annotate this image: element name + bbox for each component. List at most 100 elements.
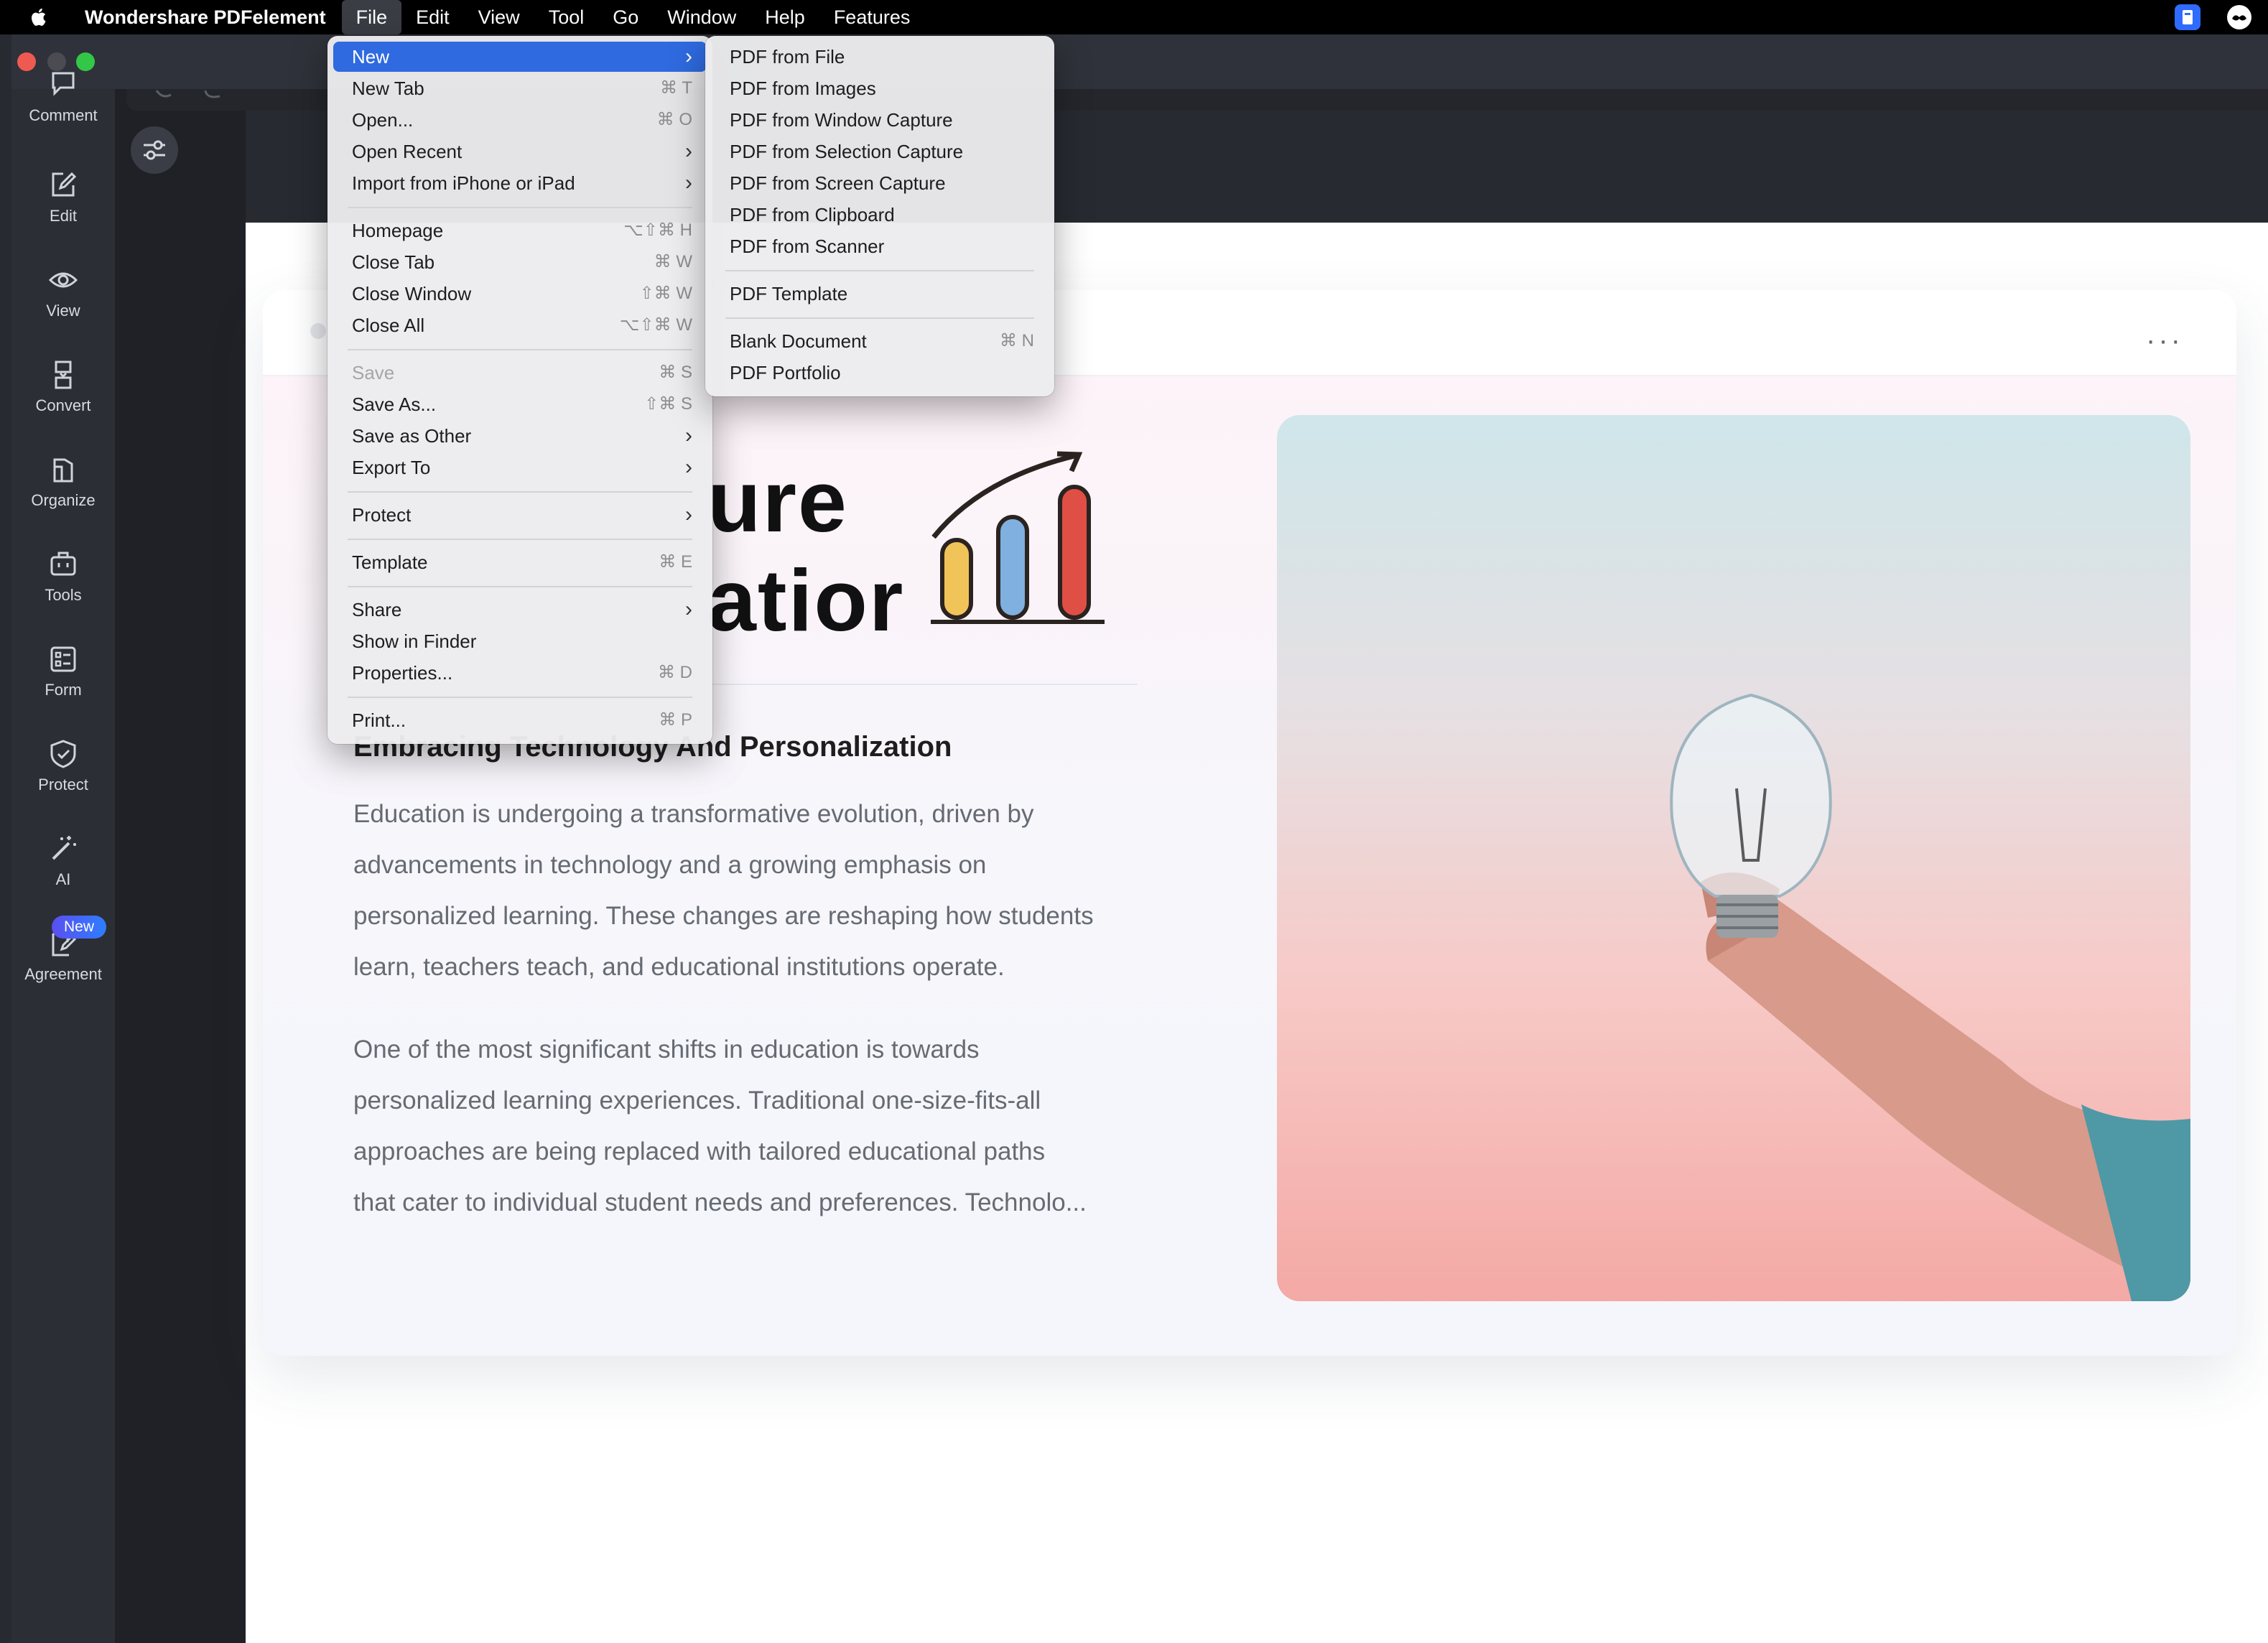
rail-edit[interactable]: Edit xyxy=(11,169,115,225)
rail-convert[interactable]: Convert xyxy=(11,359,115,415)
menu-item-label: Import from iPhone or iPad xyxy=(352,172,575,194)
chevron-right-icon: › xyxy=(685,503,692,526)
menu-item-pdf-from-screen-capture[interactable]: PDF from Screen Capture xyxy=(711,168,1049,198)
menu-item-properties[interactable]: Properties... ⌘ D xyxy=(333,658,707,688)
paragraph-1-line: Education is undergoing a transformative… xyxy=(353,800,1034,828)
growth-chart-illustration xyxy=(931,451,1105,624)
shield-icon xyxy=(50,740,76,768)
menu-item-blank-document[interactable]: Blank Document ⌘ N xyxy=(711,326,1049,356)
display-settings-button[interactable] xyxy=(131,126,178,174)
rail-comment[interactable]: Comment xyxy=(11,72,115,125)
new-badge: New xyxy=(52,916,106,939)
menu-item-label: Properties... xyxy=(352,662,453,684)
rail-form[interactable]: Form xyxy=(11,643,115,699)
menu-item-shortcut: ⌘ W xyxy=(654,252,692,271)
rail-ai[interactable]: AI xyxy=(11,833,115,889)
menu-item-label: Close All xyxy=(352,315,425,336)
menu-item-pdf-template[interactable]: PDF Template xyxy=(711,279,1049,309)
menu-item-save-as-other[interactable]: Save as Other › xyxy=(333,421,707,451)
rail-protect[interactable]: Protect xyxy=(11,738,115,794)
menu-item-share[interactable]: Share › xyxy=(333,595,707,625)
menu-item-export-to[interactable]: Export To › xyxy=(333,452,707,483)
rail-label-organize: Organize xyxy=(31,491,96,509)
menu-item-pdf-from-scanner[interactable]: PDF from Scanner xyxy=(711,231,1049,261)
chevron-right-icon: › xyxy=(685,45,692,68)
menu-file[interactable]: File xyxy=(341,0,402,34)
rail-label-view: View xyxy=(46,302,80,320)
paragraph-1-line: learn, teachers teach, and educational i… xyxy=(353,953,1005,981)
menu-item-open-recent[interactable]: Open Recent › xyxy=(333,136,707,167)
headline-line-2: atior xyxy=(707,551,905,649)
menu-item-save-as[interactable]: Save As... ⇧⌘ S xyxy=(333,389,707,419)
menu-item-template[interactable]: Template ⌘ E xyxy=(333,547,707,577)
menu-item-pdf-from-window-capture[interactable]: PDF from Window Capture xyxy=(711,105,1049,135)
menu-item-label: PDF Template xyxy=(730,283,848,304)
menu-item-shortcut: ⌥⇧⌘ H xyxy=(623,220,692,240)
menu-item-label: PDF from Selection Capture xyxy=(730,141,964,162)
menu-item-import-iphone[interactable]: Import from iPhone or iPad › xyxy=(333,168,707,198)
menu-item-pdf-from-images[interactable]: PDF from Images xyxy=(711,73,1049,103)
menu-separator xyxy=(348,491,692,493)
app-name-menu[interactable]: Wondershare PDFelement xyxy=(76,0,342,34)
menu-item-pdf-from-file[interactable]: PDF from File xyxy=(711,42,1049,72)
menu-item-label: Homepage xyxy=(352,220,444,241)
menu-item-close-tab[interactable]: Close Tab ⌘ W xyxy=(333,247,707,277)
menu-separator xyxy=(348,207,692,208)
menu-item-label: Show in Finder xyxy=(352,630,477,652)
rail-label-tools: Tools xyxy=(45,586,82,604)
cloud-sync-icon[interactable] xyxy=(2225,3,2254,32)
rail-organize[interactable]: Organize xyxy=(11,454,115,510)
menu-item-new-tab[interactable]: New Tab ⌘ T xyxy=(333,73,707,103)
menu-item-homepage[interactable]: Homepage ⌥⇧⌘ H xyxy=(333,215,707,246)
menu-item-label: New Tab xyxy=(352,78,424,99)
menu-item-pdf-from-selection-capture[interactable]: PDF from Selection Capture xyxy=(711,136,1049,167)
menu-window[interactable]: Window xyxy=(653,0,750,34)
menu-item-label: PDF from Screen Capture xyxy=(730,172,946,194)
rail-label-convert: Convert xyxy=(35,396,91,414)
rail-label-form: Form xyxy=(45,681,82,699)
menu-item-pdf-from-clipboard[interactable]: PDF from Clipboard xyxy=(711,200,1049,230)
convert-icon xyxy=(55,360,72,389)
menu-item-label: PDF Portfolio xyxy=(730,362,841,383)
redo-icon[interactable] xyxy=(198,89,227,103)
menu-item-pdf-portfolio[interactable]: PDF Portfolio xyxy=(711,358,1049,388)
more-options-button[interactable]: ··· xyxy=(2146,325,2183,357)
new-submenu: PDF from File PDF from Images PDF from W… xyxy=(705,36,1054,396)
apple-icon[interactable] xyxy=(29,6,50,28)
menu-separator xyxy=(725,270,1034,271)
menu-edit[interactable]: Edit xyxy=(401,0,464,34)
paragraph-2-line: personalized learning experiences. Tradi… xyxy=(353,1086,1041,1114)
menu-item-close-window[interactable]: Close Window ⇧⌘ W xyxy=(333,279,707,309)
menu-item-shortcut: ⌘ O xyxy=(656,110,692,129)
menu-item-label: Print... xyxy=(352,709,406,731)
menu-view[interactable]: View xyxy=(464,0,534,34)
chevron-right-icon: › xyxy=(685,139,692,163)
paragraph-2-line: approaches are being replaced with tailo… xyxy=(353,1137,1046,1165)
rail-view[interactable]: View xyxy=(11,264,115,320)
menu-item-shortcut: ⌘ P xyxy=(659,710,692,730)
menu-item-label: Template xyxy=(352,551,428,573)
menu-tool[interactable]: Tool xyxy=(534,0,599,34)
menu-item-label: Save xyxy=(352,362,395,383)
menu-item-protect[interactable]: Protect › xyxy=(333,500,707,530)
menu-item-label: Close Tab xyxy=(352,251,435,273)
rail-label-protect: Protect xyxy=(38,776,88,793)
menu-item-label: Share xyxy=(352,599,402,620)
chevron-right-icon: › xyxy=(685,455,692,479)
menu-features[interactable]: Features xyxy=(819,0,925,34)
menu-item-new[interactable]: New › xyxy=(333,42,707,72)
menu-item-print[interactable]: Print... ⌘ P xyxy=(333,705,707,735)
undo-icon[interactable] xyxy=(152,89,181,103)
pdfelement-status-icon[interactable] xyxy=(2173,3,2202,32)
close-window-button[interactable] xyxy=(17,52,36,71)
menu-go[interactable]: Go xyxy=(598,0,653,34)
menu-item-close-all[interactable]: Close All ⌥⇧⌘ W xyxy=(333,310,707,340)
menu-item-show-in-finder[interactable]: Show in Finder xyxy=(333,626,707,656)
menu-item-open[interactable]: Open... ⌘ O xyxy=(333,105,707,135)
comment-icon xyxy=(52,72,75,96)
menu-item-shortcut: ⌘ T xyxy=(660,78,692,98)
menu-item-shortcut: ⇧⌘ W xyxy=(639,284,692,303)
rail-tools[interactable]: Tools xyxy=(11,549,115,605)
menu-help[interactable]: Help xyxy=(750,0,819,34)
menu-item-label: Save as Other xyxy=(352,425,472,447)
